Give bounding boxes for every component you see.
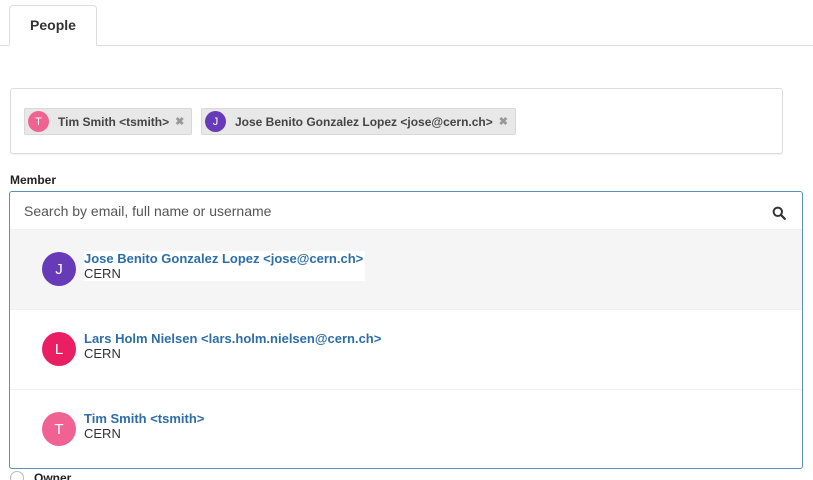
- result-organization: CERN: [84, 266, 121, 281]
- chip-label: Jose Benito Gonzalez Lopez <jose@cern.ch…: [235, 114, 493, 129]
- result-text: Lars Holm Nielsen <lars.holm.nielsen@cer…: [84, 331, 381, 361]
- result-organization: CERN: [84, 346, 121, 361]
- result-name: Tim Smith <tsmith>: [84, 411, 205, 426]
- owner-radio[interactable]: [10, 471, 24, 480]
- close-icon[interactable]: ✖: [175, 115, 184, 128]
- owner-role-option[interactable]: Owner: [10, 471, 71, 480]
- avatar: J: [205, 111, 226, 132]
- result-text: Tim Smith <tsmith> CERN: [84, 411, 204, 441]
- member-search-dropdown: J Jose Benito Gonzalez Lopez <jose@cern.…: [9, 191, 803, 469]
- search-result-item[interactable]: L Lars Holm Nielsen <lars.holm.nielsen@c…: [10, 309, 802, 389]
- close-icon[interactable]: ✖: [499, 115, 508, 128]
- member-search-input[interactable]: [10, 192, 802, 229]
- result-name: Lars Holm Nielsen <lars.holm.nielsen@cer…: [84, 331, 382, 346]
- result-organization: CERN: [84, 426, 121, 441]
- selected-person-chip: J Jose Benito Gonzalez Lopez <jose@cern.…: [201, 108, 516, 135]
- selected-people-box[interactable]: T Tim Smith <tsmith> ✖ J Jose Benito Gon…: [10, 88, 783, 154]
- tab-people[interactable]: People: [9, 5, 97, 46]
- chip-label: Tim Smith <tsmith>: [58, 114, 170, 129]
- result-name: Jose Benito Gonzalez Lopez <jose@cern.ch…: [84, 251, 364, 266]
- avatar: T: [28, 111, 49, 132]
- owner-label: Owner: [34, 471, 72, 480]
- result-text: Jose Benito Gonzalez Lopez <jose@cern.ch…: [84, 251, 366, 281]
- search-result-item[interactable]: J Jose Benito Gonzalez Lopez <jose@cern.…: [10, 229, 802, 309]
- member-field-label: Member: [10, 173, 57, 187]
- search-result-item[interactable]: T Tim Smith <tsmith> CERN: [10, 389, 802, 468]
- search-icon[interactable]: [772, 206, 786, 220]
- tab-bar: People: [0, 0, 813, 46]
- avatar: L: [42, 332, 76, 366]
- avatar: T: [42, 412, 76, 446]
- avatar: J: [42, 252, 76, 286]
- selected-person-chip: T Tim Smith <tsmith> ✖: [24, 108, 193, 135]
